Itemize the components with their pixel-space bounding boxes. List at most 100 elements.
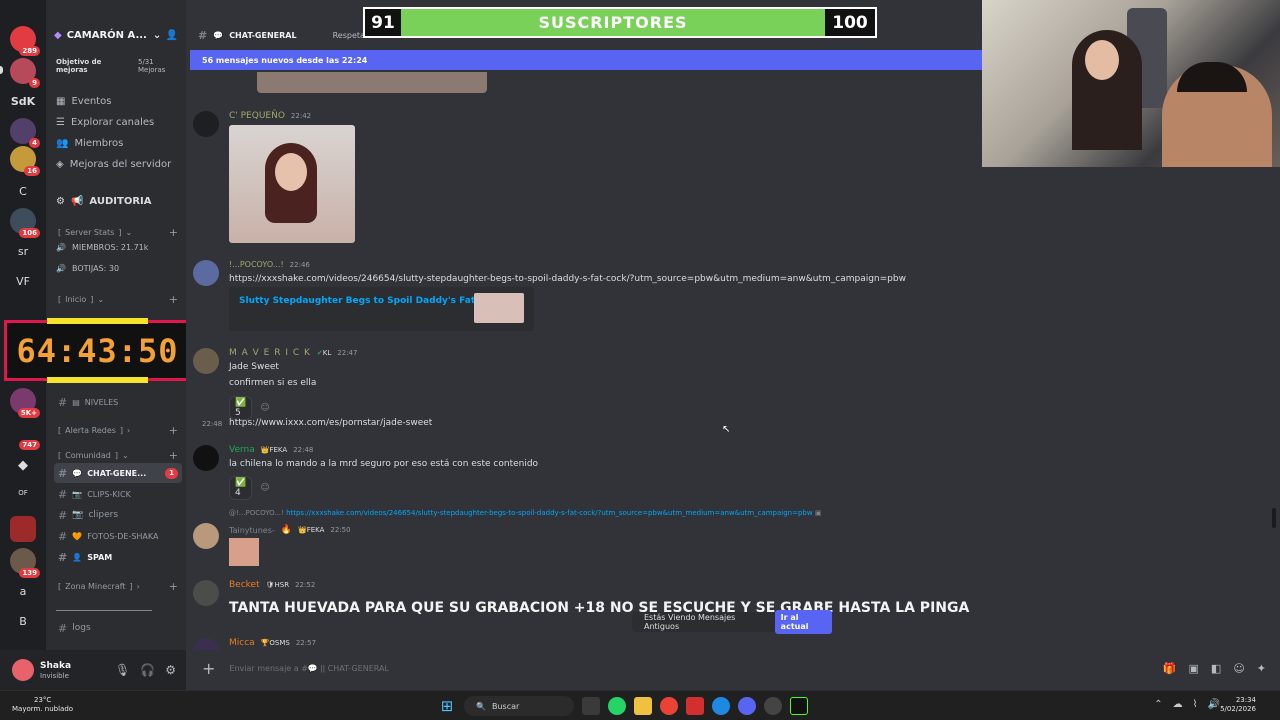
add-channel-icon[interactable]: +	[169, 226, 178, 239]
server-icon[interactable]: B	[10, 608, 36, 634]
whatsapp-icon[interactable]	[608, 697, 626, 715]
add-member-icon[interactable]: 👤	[166, 30, 178, 41]
discover-icon[interactable]: ◆	[10, 452, 36, 478]
channel-fotos-de-shaka[interactable]: # 🧡 FOTOS-DE-SHAKA	[54, 526, 182, 546]
author-name[interactable]: Becket	[229, 580, 260, 590]
discord-icon[interactable]	[738, 697, 756, 715]
apps-icon[interactable]: ✦	[1257, 662, 1266, 675]
chrome-icon[interactable]	[660, 697, 678, 715]
server-icon[interactable]	[10, 516, 36, 542]
sticker-icon[interactable]: ◧	[1211, 662, 1221, 675]
embed-thumbnail[interactable]	[474, 293, 524, 323]
gear-icon[interactable]: ⚙	[165, 663, 176, 677]
category-zona-minecraft[interactable]: [Zona Minecraft] › +	[58, 580, 178, 593]
category-server-stats[interactable]: [Server Stats] ⌄ +	[58, 226, 178, 239]
add-reaction-icon[interactable]: ☺	[260, 483, 269, 493]
app-icon[interactable]	[790, 697, 808, 715]
server-icon[interactable]: a	[10, 578, 36, 604]
channel-clips-kick[interactable]: # 📷 CLIPS-KICK	[54, 484, 182, 504]
nav-members[interactable]: 👥 Miembros	[56, 138, 123, 149]
sticker-image[interactable]	[229, 538, 259, 566]
embed-title[interactable]: Slutty Stepdaughter Begs to Spoil Daddy'…	[239, 296, 502, 306]
taskbar-search[interactable]: 🔍 Buscar	[464, 696, 574, 716]
wifi-icon[interactable]: ⌇	[1193, 699, 1198, 710]
server-icon[interactable]: 9	[10, 58, 40, 88]
server-icon[interactable]: 5K+	[10, 388, 40, 418]
server-icon[interactable]: 4	[10, 118, 40, 148]
avatar[interactable]	[193, 523, 219, 549]
server-icon[interactable]: 106	[10, 208, 40, 238]
author-name[interactable]: Verna	[229, 445, 255, 455]
message-link[interactable]: https://www.ixxx.com/es/pornstar/jade-sw…	[229, 418, 432, 428]
nav-events[interactable]: ▦ Eventos	[56, 96, 111, 107]
gift-icon[interactable]: 🎁	[1163, 662, 1177, 675]
chevron-up-icon[interactable]: ⌃	[1154, 699, 1162, 710]
avatar[interactable]	[12, 659, 34, 681]
author-name[interactable]: !...POCOYO...!	[229, 260, 284, 269]
server-icon[interactable]: 289	[10, 26, 40, 56]
channel-spam[interactable]: # 👤 SPAM	[54, 547, 182, 567]
message-link[interactable]: https://xxxshake.com/videos/246654/slutt…	[229, 274, 906, 284]
add-attachment-icon[interactable]: +	[202, 659, 215, 678]
author-name[interactable]: C' PEQUEÑO	[229, 111, 285, 121]
author-name[interactable]: Tainytunes-	[229, 526, 275, 535]
nav-browse-channels[interactable]: ☰ Explorar canales	[56, 117, 154, 128]
file-explorer-icon[interactable]	[634, 697, 652, 715]
server-icon[interactable]: SdK	[10, 88, 36, 114]
add-channel-icon[interactable]: +	[169, 424, 178, 437]
add-channel-icon[interactable]: +	[169, 580, 178, 593]
message-input[interactable]: Enviar mensaje a #💬 ǀǀ CHAT-GENERAL	[229, 664, 729, 673]
avatar[interactable]	[193, 580, 219, 606]
image-attachment[interactable]	[229, 125, 355, 243]
windows-start-icon[interactable]: ⊞	[438, 697, 456, 715]
server-icon[interactable]: 139	[10, 548, 40, 578]
avatar[interactable]	[193, 638, 219, 650]
channel-niveles[interactable]: # ▤ NIVELES	[54, 392, 182, 412]
category-comunidad[interactable]: [Comunidad] ⌄ +	[58, 449, 178, 462]
server-icon[interactable]: sr	[10, 238, 36, 264]
channel-clipers[interactable]: # 📷 clipers	[54, 505, 182, 525]
boost-goal[interactable]: Objetivo de mejoras 5/31 Mejoras	[56, 58, 178, 74]
app-icon[interactable]	[686, 697, 704, 715]
microphone-icon[interactable]: 🎙	[115, 663, 130, 677]
reaction-check[interactable]: ✅ 5	[229, 396, 253, 420]
author-name[interactable]: M A V E R I C K	[229, 348, 311, 358]
avatar[interactable]	[193, 445, 219, 471]
speech-bubble-icon: 💬	[72, 468, 83, 478]
add-reaction-icon[interactable]: ☺	[260, 403, 269, 413]
reaction-check[interactable]: ✅ 4	[229, 476, 253, 500]
gif-icon[interactable]: ▣	[1189, 662, 1199, 675]
clock[interactable]: 23:34 5/02/2026	[1220, 696, 1256, 714]
server-icon[interactable]: 747	[10, 420, 40, 450]
emoji-icon[interactable]: ☺	[1233, 662, 1244, 675]
nav-boosts[interactable]: ◈ Mejoras del servidor	[56, 159, 171, 170]
jump-to-present-button[interactable]: Ir al actual	[774, 610, 832, 634]
channel-auditoria[interactable]: ⚙ 📢 AUDITORIA	[56, 196, 151, 207]
task-view-icon[interactable]	[582, 697, 600, 715]
avatar[interactable]	[193, 111, 219, 137]
category-inicio[interactable]: [Inicio] ⌄ +	[58, 293, 178, 306]
edge-icon[interactable]	[712, 697, 730, 715]
avatar[interactable]	[193, 348, 219, 374]
cloud-icon[interactable]: ☁	[1173, 699, 1183, 710]
obs-icon[interactable]	[764, 697, 782, 715]
reply-preview[interactable]: @!...POCOYO...! https://xxxshake.com/vid…	[229, 509, 821, 517]
scrollbar[interactable]	[1272, 508, 1276, 528]
server-icon[interactable]: VF	[10, 268, 36, 294]
author-name[interactable]: Micca	[229, 638, 255, 648]
channel-logs[interactable]: # logs	[54, 618, 182, 638]
avatar[interactable]	[193, 260, 219, 286]
server-header[interactable]: ◆ CAMARÓN A... ⌄ 👤	[54, 22, 178, 48]
add-channel-icon[interactable]: +	[169, 449, 178, 462]
add-channel-icon[interactable]: +	[169, 293, 178, 306]
category-alerta-redes[interactable]: [Alerta Redes] › +	[58, 424, 178, 437]
volume-icon[interactable]: 🔊	[1208, 699, 1220, 710]
image-attachment[interactable]	[257, 72, 487, 93]
server-icon[interactable]: C	[10, 178, 36, 204]
new-messages-bar[interactable]: 56 mensajes nuevos desde las 22:24	[190, 50, 982, 70]
channel-chat-general[interactable]: # 💬 CHAT-GENE... 1	[54, 463, 182, 483]
server-icon[interactable]: OF	[10, 480, 36, 506]
weather-widget[interactable]: 23°C Mayorm. nublado	[12, 696, 73, 714]
headphones-icon[interactable]: 🎧	[140, 663, 155, 677]
server-icon[interactable]: 16	[10, 146, 40, 176]
